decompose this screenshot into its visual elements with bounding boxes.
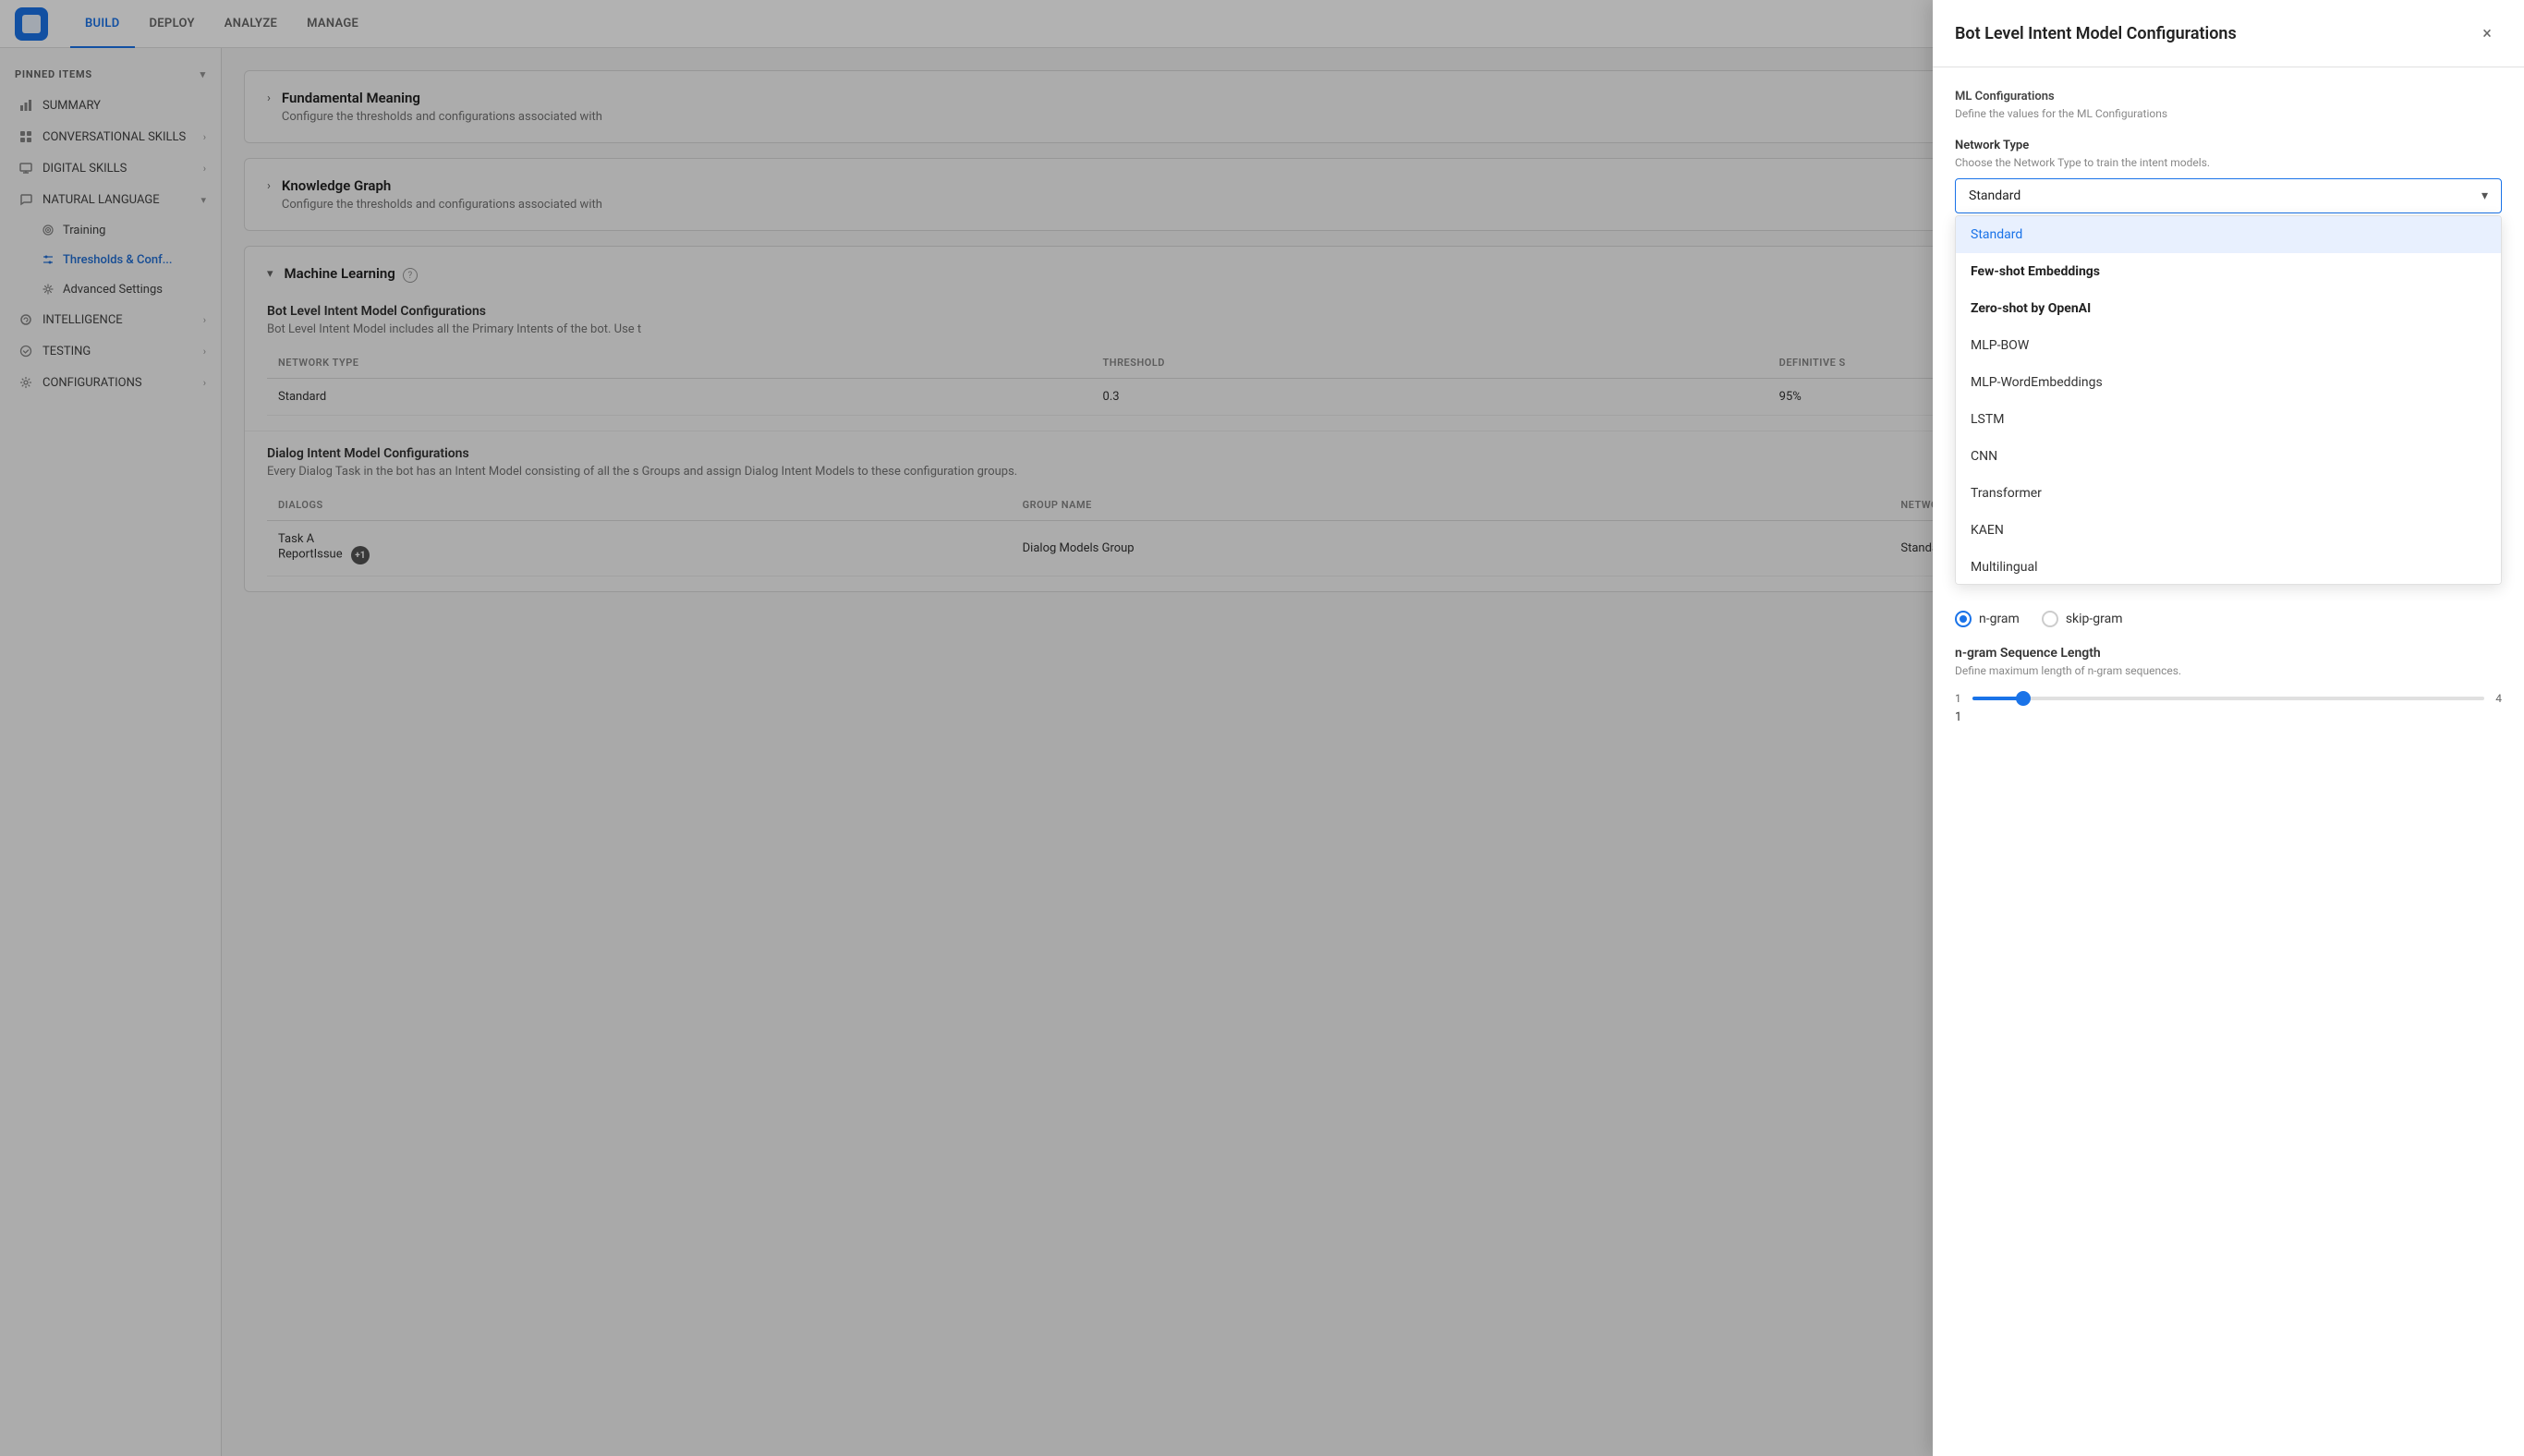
- ngram-label: n-gram: [1979, 612, 2020, 626]
- dropdown-item-standard[interactable]: Standard: [1956, 216, 2501, 253]
- slider-thumb[interactable]: [2016, 691, 2031, 706]
- slider-track[interactable]: [1972, 697, 2485, 700]
- network-type-field: Network Type Choose the Network Type to …: [1955, 139, 2502, 213]
- ngram-radio-group: n-gram skip-gram: [1955, 611, 2502, 627]
- dropdown-item-mlp-word[interactable]: MLP-WordEmbeddings: [1956, 364, 2501, 401]
- dropdown-item-cnn[interactable]: CNN: [1956, 438, 2501, 475]
- slider-max-value: 4: [2495, 692, 2502, 705]
- ngram-radio-dot: [1960, 615, 1967, 623]
- network-type-select-wrapper: Standard ▾ Standard Few-shot Embeddings …: [1955, 178, 2502, 213]
- ml-config-title: ML Configurations: [1955, 90, 2502, 103]
- sequence-length-desc: Define maximum length of n-gram sequence…: [1955, 664, 2502, 677]
- radio-option-skipgram[interactable]: skip-gram: [2042, 611, 2123, 627]
- slider-current-value: 1: [1955, 710, 2502, 724]
- ml-config-desc: Define the values for the ML Configurati…: [1955, 107, 2502, 120]
- dropdown-item-few-shot[interactable]: Few-shot Embeddings: [1956, 253, 2501, 290]
- radio-option-ngram[interactable]: n-gram: [1955, 611, 2020, 627]
- dropdown-item-transformer[interactable]: Transformer: [1956, 475, 2501, 512]
- modal-title: Bot Level Intent Model Configurations: [1955, 24, 2237, 43]
- dropdown-item-lstm[interactable]: LSTM: [1956, 401, 2501, 438]
- modal-panel: Bot Level Intent Model Configurations × …: [1933, 0, 2524, 1456]
- dropdown-item-multilingual-1[interactable]: Multilingual: [1956, 549, 2501, 585]
- modal-body: ML Configurations Define the values for …: [1933, 67, 2524, 1456]
- selected-option-label: Standard: [1969, 188, 2020, 203]
- dropdown-item-zero-shot[interactable]: Zero-shot by OpenAI: [1956, 290, 2501, 327]
- modal-close-button[interactable]: ×: [2472, 18, 2502, 48]
- dropdown-list: Standard Few-shot Embeddings Zero-shot b…: [1955, 215, 2502, 585]
- ngram-radio-circle: [1955, 611, 1972, 627]
- slider-row: 1 4: [1955, 692, 2502, 705]
- ngram-radio-section: n-gram skip-gram n-gram Sequence Length …: [1955, 611, 2502, 724]
- select-arrow-icon: ▾: [2482, 188, 2488, 203]
- modal-header: Bot Level Intent Model Configurations ×: [1933, 0, 2524, 67]
- slider-min-value: 1: [1955, 692, 1961, 705]
- dropdown-item-kaen[interactable]: KAEN: [1956, 512, 2501, 549]
- network-type-sublabel: Choose the Network Type to train the int…: [1955, 156, 2502, 169]
- network-type-select[interactable]: Standard ▾: [1955, 178, 2502, 213]
- dropdown-item-mlp-bow[interactable]: MLP-BOW: [1956, 327, 2501, 364]
- sequence-length-label: n-gram Sequence Length: [1955, 646, 2502, 661]
- skipgram-label: skip-gram: [2066, 612, 2123, 626]
- network-type-label: Network Type: [1955, 139, 2502, 152]
- slider-section: n-gram Sequence Length Define maximum le…: [1955, 646, 2502, 724]
- skipgram-radio-circle: [2042, 611, 2058, 627]
